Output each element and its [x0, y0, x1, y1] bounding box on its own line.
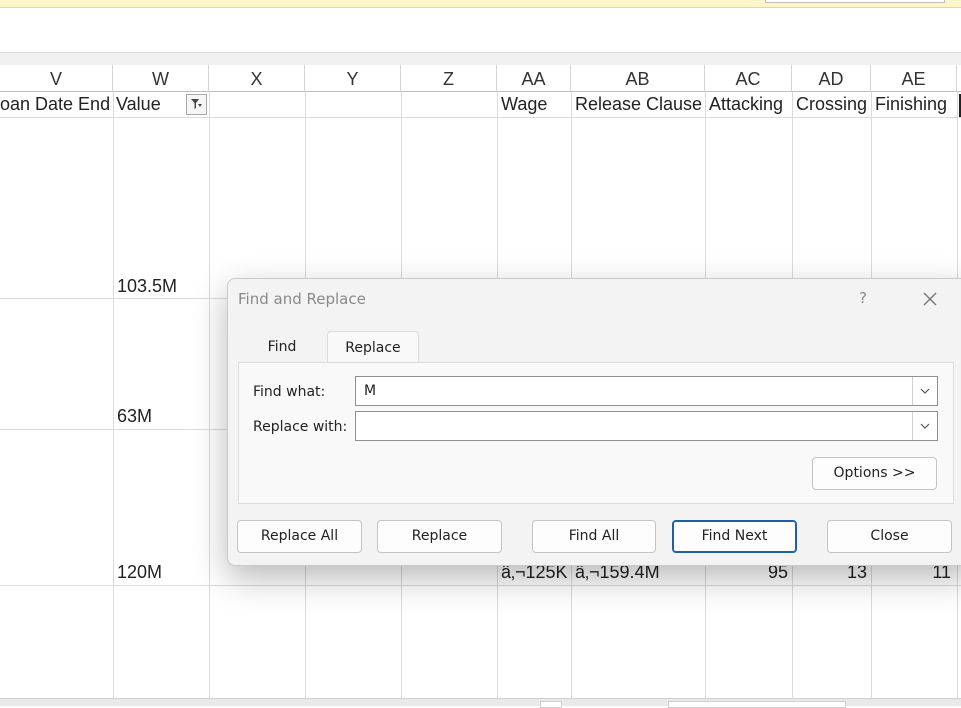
- replace-with-label: Replace with:: [253, 419, 348, 435]
- column-header-AC[interactable]: AC: [705, 65, 792, 92]
- value-cell[interactable]: 120M: [117, 562, 209, 584]
- dialog-title: Find and Replace: [238, 290, 366, 308]
- message-bar: [0, 0, 961, 8]
- value-cell[interactable]: 103.5M: [117, 276, 209, 298]
- find-all-button[interactable]: Find All: [532, 520, 656, 553]
- tab-find[interactable]: Find: [239, 331, 325, 363]
- help-button[interactable]: ?: [859, 289, 867, 307]
- column-header-W[interactable]: W: [113, 65, 209, 92]
- close-button[interactable]: Close: [827, 520, 952, 553]
- replace-with-input[interactable]: [355, 411, 938, 441]
- find-replace-dialog: Find and Replace ? Find Replace Find wha…: [227, 278, 961, 566]
- grid-line: [0, 117, 961, 118]
- column-header-Z[interactable]: Z: [401, 65, 497, 92]
- replace-all-button[interactable]: Replace All: [237, 520, 362, 553]
- grid-line: [113, 92, 114, 698]
- header-cell-value[interactable]: Value: [116, 94, 186, 117]
- header-cell-release-clause[interactable]: Release Clause: [575, 94, 705, 117]
- filter-icon: [191, 99, 202, 109]
- column-header-AB[interactable]: AB: [571, 65, 705, 92]
- column-header-next[interactable]: [957, 65, 961, 92]
- header-cell-attacking[interactable]: Attacking: [709, 94, 792, 117]
- column-header-V[interactable]: V: [0, 65, 113, 92]
- header-cell-crossing[interactable]: Crossing: [796, 94, 871, 117]
- sheet-top-gutter: [0, 53, 961, 65]
- column-header-X[interactable]: X: [209, 65, 305, 92]
- column-header-Y[interactable]: Y: [305, 65, 401, 92]
- replace-tab-panel: Find what: M Replace with: Options >>: [238, 362, 954, 504]
- replace-button[interactable]: Replace: [377, 520, 502, 553]
- grid-line: [209, 92, 210, 698]
- formula-area: [0, 8, 961, 53]
- find-next-button[interactable]: Find Next: [672, 520, 797, 553]
- header-cell-loan-date-end[interactable]: oan Date End: [0, 94, 113, 117]
- column-header-AA[interactable]: AA: [497, 65, 571, 92]
- options-button[interactable]: Options >>: [812, 457, 937, 490]
- chevron-down-icon[interactable]: [912, 377, 937, 405]
- close-icon[interactable]: [920, 289, 940, 309]
- value-cell[interactable]: 63M: [117, 406, 209, 428]
- find-what-value: M: [364, 383, 377, 399]
- header-cell-wage[interactable]: Wage: [501, 94, 571, 117]
- message-bar-box: [765, 0, 945, 3]
- find-what-input[interactable]: M: [355, 376, 938, 406]
- chevron-down-icon[interactable]: [912, 412, 937, 440]
- column-header-AD[interactable]: AD: [792, 65, 871, 92]
- header-cell-finishing[interactable]: Finishing: [875, 94, 957, 117]
- grid-line: [0, 585, 961, 586]
- filter-dropdown-button[interactable]: [186, 94, 207, 115]
- find-what-label: Find what:: [253, 384, 326, 400]
- column-header-AE[interactable]: AE: [871, 65, 957, 92]
- tab-replace[interactable]: Replace: [327, 331, 419, 363]
